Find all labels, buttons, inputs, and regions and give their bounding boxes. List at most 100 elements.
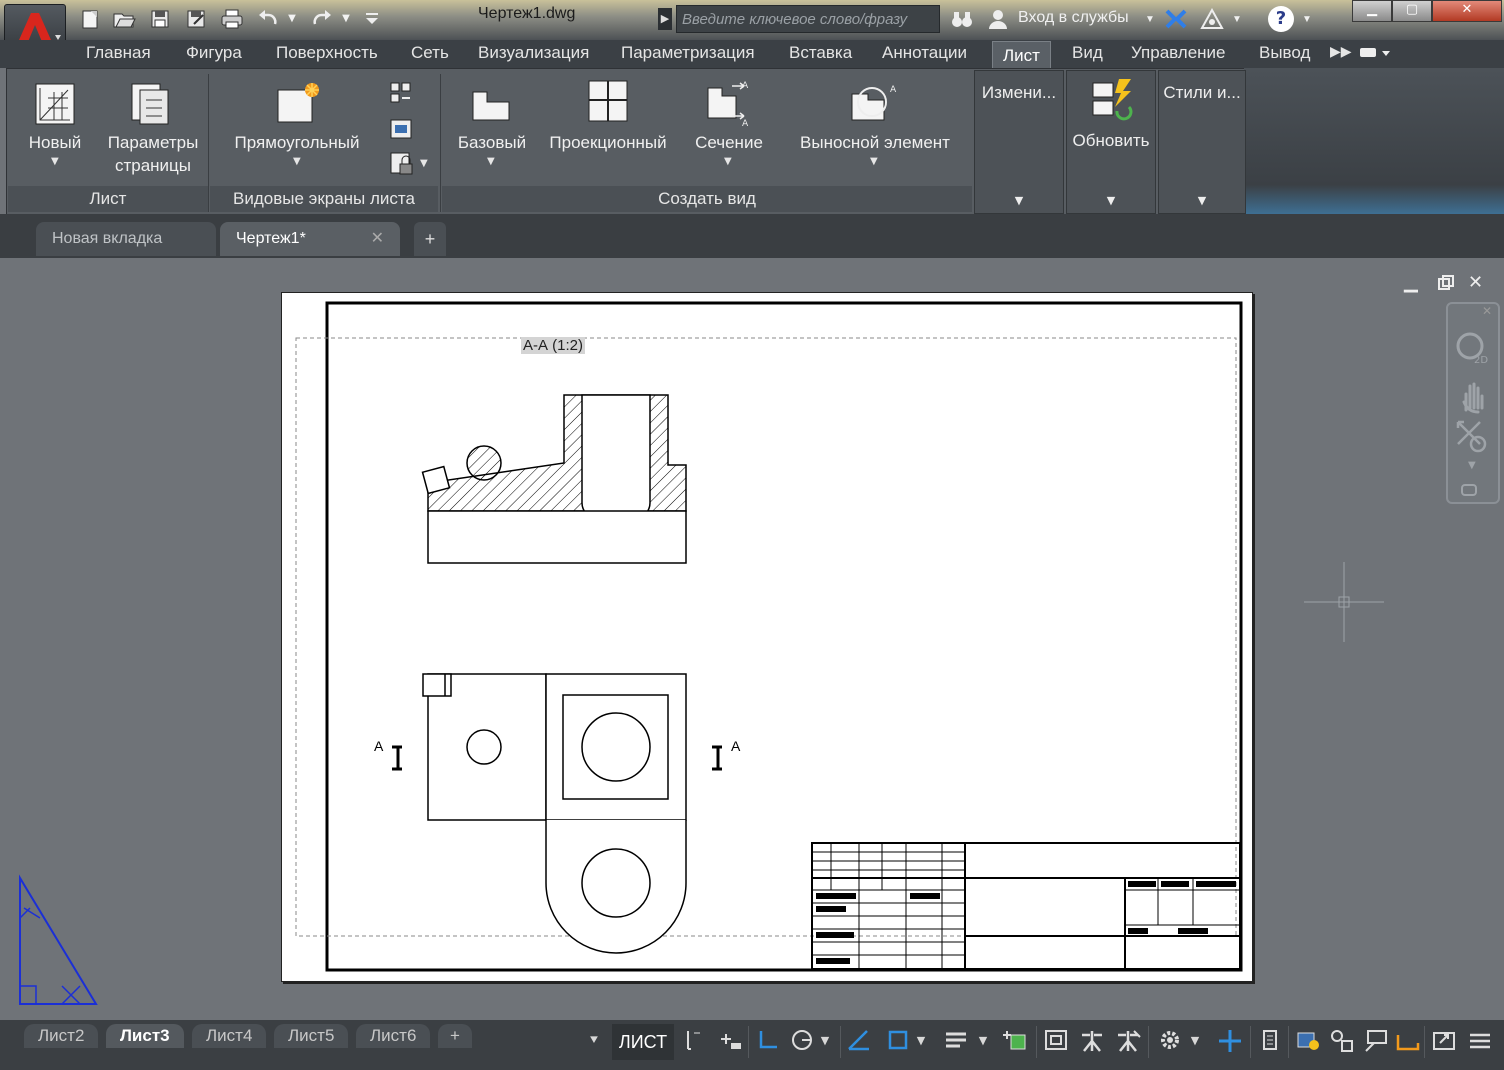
open-file-icon[interactable] <box>112 8 136 30</box>
snap-mode-icon[interactable] <box>680 1027 708 1055</box>
modify-view-panel[interactable]: Измени... ▼ <box>974 70 1064 214</box>
quick-properties-icon[interactable] <box>1256 1027 1284 1055</box>
section-view-aa[interactable] <box>421 394 687 564</box>
tab-home[interactable]: Главная <box>86 43 151 63</box>
detail-view-icon[interactable]: A <box>846 78 898 130</box>
tab-mesh[interactable]: Сеть <box>411 43 449 63</box>
viewport-minimize-icon[interactable]: ▁ <box>1404 272 1418 293</box>
customization-menu-icon[interactable] <box>1466 1027 1494 1055</box>
modify-view-dropdown-icon[interactable]: ▼ <box>975 194 1063 207</box>
binoculars-search-icon[interactable] <box>950 8 974 30</box>
lineweight-icon[interactable] <box>942 1027 970 1055</box>
object-snap-dropdown-icon[interactable]: ▼ <box>914 1027 928 1055</box>
annotation-visibility-icon[interactable] <box>1078 1027 1106 1055</box>
paper-space-button[interactable]: ЛИСТ <box>612 1024 674 1060</box>
rectangular-viewport-dropdown-icon[interactable]: ▼ <box>293 156 301 167</box>
object-snap-icon[interactable] <box>884 1027 912 1055</box>
base-view-button[interactable]: Базовый <box>450 132 534 154</box>
layout-tab-list6[interactable]: Лист6 <box>356 1024 431 1048</box>
viewport-restore-icon[interactable] <box>1437 274 1455 296</box>
redo-icon[interactable] <box>310 8 334 30</box>
transparency-icon[interactable] <box>1002 1027 1030 1055</box>
new-file-icon[interactable] <box>78 8 102 30</box>
ortho-mode-icon[interactable] <box>754 1027 782 1055</box>
styles-panel[interactable]: Стили и... ▼ <box>1158 70 1246 214</box>
a360-dropdown-icon[interactable]: ▼ <box>1232 14 1242 25</box>
projected-view-icon[interactable] <box>586 78 630 130</box>
selection-cycling-icon[interactable] <box>1042 1027 1070 1055</box>
tab-view[interactable]: Вид <box>1072 43 1103 63</box>
tab-manage[interactable]: Управление <box>1131 43 1226 63</box>
workspace-dropdown-icon[interactable]: ▼ <box>1188 1027 1202 1055</box>
help-icon[interactable]: ? <box>1268 6 1294 32</box>
help-dropdown-icon[interactable]: ▼ <box>1302 14 1312 25</box>
new-layout-button[interactable]: Новый <box>20 132 90 154</box>
search-input[interactable]: Введите ключевое слово/фразу <box>676 5 940 33</box>
a360-icon[interactable] <box>1200 7 1224 30</box>
units-icon[interactable] <box>1394 1027 1422 1055</box>
sign-in-dropdown-icon[interactable]: ▼ <box>1145 14 1155 25</box>
projected-view-button[interactable]: Проекционный <box>540 132 676 154</box>
sign-in-button[interactable]: Вход в службы <box>1018 9 1129 27</box>
maximize-window-icon[interactable]: ▢ <box>1392 0 1432 22</box>
tab-parametric[interactable]: Параметризация <box>621 43 755 63</box>
rectangular-viewport-button[interactable]: Прямоугольный <box>222 132 372 154</box>
section-view-label[interactable]: А-А (1:2) <box>521 337 586 354</box>
new-layout-dropdown-icon[interactable]: ▼ <box>51 156 59 167</box>
tab-visualize[interactable]: Визуализация <box>478 43 589 63</box>
named-viewports-icon[interactable] <box>388 80 414 110</box>
ribbon-minimize-icon[interactable] <box>1358 43 1394 68</box>
navbar-settings-icon[interactable] <box>1460 482 1480 501</box>
plan-view[interactable] <box>392 673 722 954</box>
dynamic-input-icon[interactable] <box>716 1027 744 1055</box>
tab-output[interactable]: Вывод <box>1259 43 1310 63</box>
tab-annotate[interactable]: Аннотации <box>882 43 967 63</box>
detail-view-dropdown-icon[interactable]: ▼ <box>870 156 878 167</box>
base-view-dropdown-icon[interactable]: ▼ <box>487 156 495 167</box>
undo-dropdown-icon[interactable]: ▼ <box>286 8 298 30</box>
add-layout-icon[interactable]: + <box>438 1024 472 1048</box>
auto-scale-icon[interactable] <box>1114 1027 1142 1055</box>
quick-access-customize-icon[interactable] <box>360 8 384 30</box>
plot-icon[interactable] <box>220 8 244 30</box>
update-panel[interactable]: Обновить ▼ <box>1066 70 1156 214</box>
isodraft-icon[interactable] <box>846 1027 874 1055</box>
redo-dropdown-icon[interactable]: ▼ <box>340 8 352 30</box>
base-view-icon[interactable] <box>470 84 514 128</box>
section-view-icon[interactable]: AA <box>704 78 752 132</box>
tab-drawing1[interactable]: Чертеж1* ✕ <box>220 222 400 256</box>
pan-hand-icon[interactable] <box>1456 380 1490 418</box>
annotation-monitor-icon[interactable] <box>1216 1027 1244 1055</box>
layout-tab-list3[interactable]: Лист3 <box>106 1024 184 1048</box>
tab-surface[interactable]: Поверхность <box>276 43 378 63</box>
full-screen-icon[interactable] <box>1430 1027 1458 1055</box>
page-setup-icon[interactable] <box>128 80 174 130</box>
update-dropdown-icon[interactable]: ▼ <box>1067 194 1155 207</box>
navbar-close-icon[interactable]: ✕ <box>1482 304 1492 318</box>
close-tab-icon[interactable]: ✕ <box>371 222 384 256</box>
zoom-dropdown-icon[interactable]: ▼ <box>1468 460 1476 471</box>
styles-dropdown-icon[interactable]: ▼ <box>1159 194 1245 207</box>
workspace-settings-icon[interactable] <box>1156 1027 1184 1055</box>
clean-screen-layers-icon[interactable] <box>1294 1027 1322 1055</box>
search-expand-icon[interactable]: ▶ <box>658 8 672 30</box>
status-expand-icon[interactable]: ⯆ <box>580 1027 608 1055</box>
viewport-close-icon[interactable]: ✕ <box>1468 272 1483 293</box>
tab-solid[interactable]: Фигура <box>186 43 242 63</box>
steering-wheel-icon[interactable]: 2D <box>1454 330 1490 370</box>
tab-insert[interactable]: Вставка <box>789 43 852 63</box>
page-setup-label-1[interactable]: Параметры <box>98 132 208 154</box>
hardware-acceleration-icon[interactable] <box>1362 1027 1390 1055</box>
minimize-window-icon[interactable]: ▁ <box>1352 0 1392 22</box>
polar-dropdown-icon[interactable]: ▼ <box>818 1027 832 1055</box>
isolate-objects-icon[interactable] <box>1328 1027 1356 1055</box>
rectangular-viewport-icon[interactable] <box>274 80 322 132</box>
close-window-icon[interactable]: ✕ <box>1432 0 1502 22</box>
clip-viewport-icon[interactable] <box>388 116 414 146</box>
save-as-icon[interactable] <box>184 8 208 30</box>
lineweight-dropdown-icon[interactable]: ▼ <box>976 1027 990 1055</box>
zoom-extents-icon[interactable] <box>1454 418 1490 460</box>
undo-icon[interactable] <box>256 8 280 30</box>
new-tab-plus-icon[interactable]: + <box>414 222 446 256</box>
more-tabs-icon[interactable]: ▶▶ <box>1330 43 1352 60</box>
